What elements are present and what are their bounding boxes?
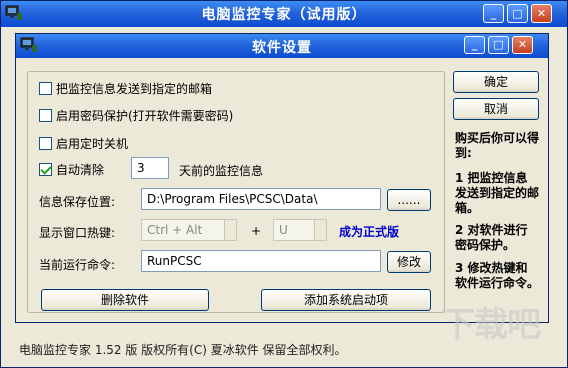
modify-button[interactable]: 修改 bbox=[387, 251, 431, 273]
main-title-bar[interactable]: 电脑监控专家（试用版） _ □ ✕ bbox=[1, 1, 567, 27]
hotkey-modifier-value: Ctrl + Alt bbox=[147, 223, 203, 237]
status-bar-text: 电脑监控专家 1.52 版 版权所有(C) 夏冰软件 保留全部权利。 bbox=[19, 343, 347, 357]
shutdown-label: 启用定时关机 bbox=[56, 136, 129, 151]
hotkey-key-select[interactable]: U bbox=[273, 219, 327, 241]
shutdown-option[interactable]: 启用定时关机 bbox=[39, 134, 128, 152]
dialog-close-button[interactable]: ✕ bbox=[512, 36, 533, 54]
send-email-checkbox[interactable] bbox=[39, 81, 52, 95]
password-checkbox[interactable] bbox=[39, 108, 52, 122]
dialog-title-bar[interactable]: 软件设置 _ □ ✕ bbox=[16, 34, 548, 58]
purchase-item-3: 3 修改热键和软件运行命令。 bbox=[455, 261, 540, 290]
purchase-item-1: 1 把监控信息发送到指定的邮箱。 bbox=[455, 171, 540, 215]
delete-software-button[interactable]: 删除软件 bbox=[41, 289, 209, 311]
save-path-label: 信息保存位置: bbox=[39, 195, 116, 209]
auto-clear-suffix: 天前的监控信息 bbox=[179, 164, 264, 178]
hotkey-plus: + bbox=[251, 224, 262, 238]
minimize-button[interactable]: _ bbox=[483, 4, 504, 23]
maximize-button[interactable]: □ bbox=[507, 4, 528, 23]
hotkey-key-arrow[interactable] bbox=[314, 220, 326, 240]
dialog-maximize-button[interactable]: □ bbox=[488, 36, 509, 54]
ok-button[interactable]: 确定 bbox=[453, 71, 539, 93]
close-button[interactable]: ✕ bbox=[531, 4, 552, 23]
upgrade-link[interactable]: 成为正式版 bbox=[339, 223, 399, 240]
purchase-intro: 购买后你可以得到: bbox=[455, 131, 540, 160]
hotkey-label: 显示窗口热键: bbox=[39, 226, 116, 240]
watermark-logo: 下载吧 bbox=[441, 305, 541, 345]
save-path-input[interactable]: D:\Program Files\PCSC\Data\ bbox=[141, 188, 381, 210]
auto-clear-label: 自动清除 bbox=[56, 162, 105, 177]
auto-clear-checkbox[interactable] bbox=[39, 162, 52, 176]
browse-button[interactable]: ...... bbox=[387, 189, 431, 211]
run-command-input[interactable]: RunPCSC bbox=[141, 250, 381, 272]
auto-clear-days-input[interactable]: 3 bbox=[131, 157, 169, 179]
password-label: 启用密码保护(打开软件需要密码) bbox=[56, 108, 234, 123]
hotkey-key-value: U bbox=[279, 223, 288, 237]
hotkey-modifier-select[interactable]: Ctrl + Alt bbox=[141, 219, 237, 241]
auto-clear-option[interactable]: 自动清除 bbox=[39, 160, 104, 178]
send-email-option[interactable]: 把监控信息发送到指定的邮箱 bbox=[39, 79, 212, 97]
password-option[interactable]: 启用密码保护(打开软件需要密码) bbox=[39, 106, 233, 124]
send-email-label: 把监控信息发送到指定的邮箱 bbox=[56, 81, 213, 96]
run-command-label: 当前运行命令: bbox=[39, 258, 116, 272]
main-window: 电脑监控专家（试用版） _ □ ✕ 软件设置 _ □ ✕ 把监控信息发送到指定的… bbox=[0, 0, 568, 368]
cancel-button[interactable]: 取消 bbox=[453, 98, 539, 120]
add-startup-button[interactable]: 添加系统启动项 bbox=[261, 289, 431, 311]
dialog-minimize-button[interactable]: _ bbox=[464, 36, 485, 54]
purchase-item-2: 2 对软件进行密码保护。 bbox=[455, 223, 528, 252]
hotkey-modifier-arrow[interactable] bbox=[224, 220, 236, 240]
shutdown-checkbox[interactable] bbox=[39, 136, 52, 150]
